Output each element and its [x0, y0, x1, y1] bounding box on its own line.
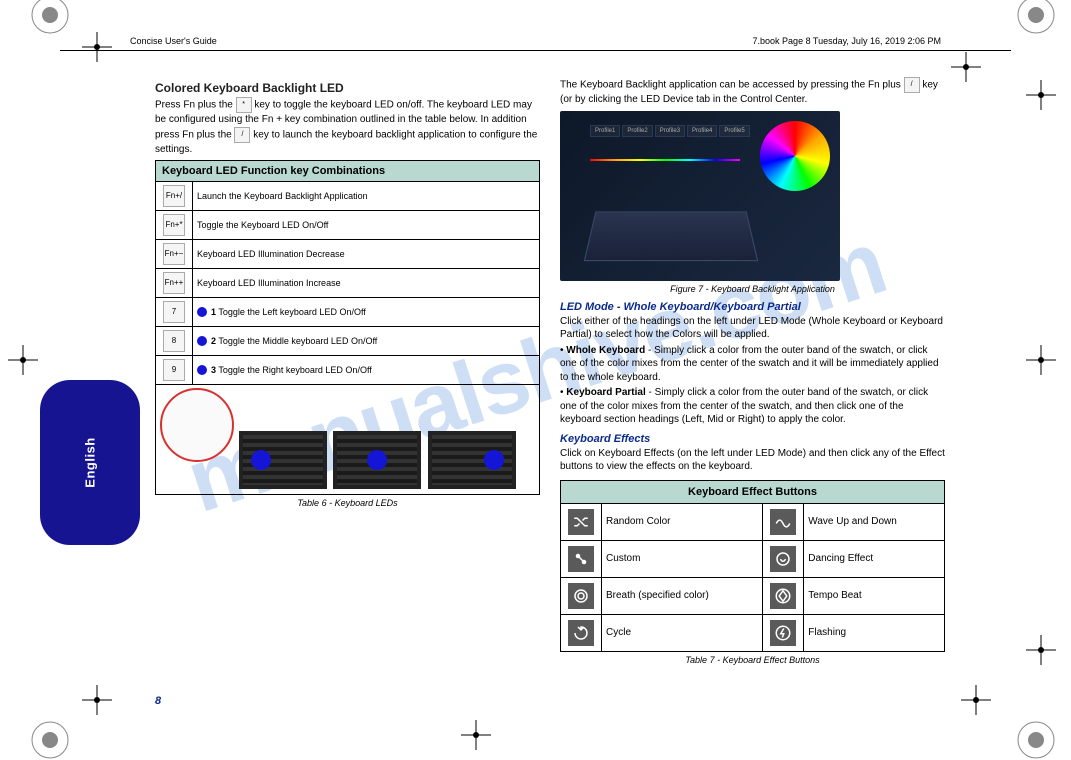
registration-mark-tr [1016, 0, 1056, 35]
keyboard-thumb-left [239, 431, 327, 489]
right-column: The Keyboard Backlight application can b… [560, 75, 945, 668]
random-icon [568, 509, 594, 535]
crosshair-tl [82, 32, 112, 62]
keyboard-thumb-mid [333, 431, 421, 489]
table-row: 71 Toggle the Left keyboard LED On/Off [156, 298, 540, 327]
key-icon: 7 [163, 301, 185, 323]
crosshair-tr2 [1026, 80, 1056, 110]
table-row: Breath (specified color) Tempo Beat [561, 577, 945, 614]
dancing-icon [770, 546, 796, 572]
key-icon: 8 [163, 330, 185, 352]
section-paragraph: Press Fn plus the * key to toggle the ke… [155, 97, 540, 156]
custom-icon [568, 546, 594, 572]
key-icon: Fn+* [163, 214, 185, 236]
table-caption: Table 6 - Keyboard LEDs [155, 497, 540, 509]
effects-paragraph: Click on Keyboard Effects (on the left u… [560, 447, 945, 474]
subsection-title-effects: Keyboard Effects [560, 433, 945, 445]
table-caption: Table 7 - Keyboard Effect Buttons [560, 654, 945, 666]
keyboard-led-table: Keyboard LED Function key Combinations F… [155, 160, 540, 495]
table-row: 82 Toggle the Middle keyboard LED On/Off [156, 327, 540, 356]
section-title: Colored Keyboard Backlight LED [155, 81, 540, 95]
table-row: Random Color Wave Up and Down [561, 503, 945, 540]
keyboard-thumb-right [428, 431, 516, 489]
keyboard-backlight-app-screenshot: Profile1Profile2Profile3Profile4Profile5 [560, 111, 840, 281]
bullet-item: • Keyboard Partial - Simply click a colo… [560, 386, 945, 427]
keyboard-preview [584, 211, 758, 261]
key-icon-inline-3: / [904, 77, 920, 93]
crosshair-mr [1026, 345, 1056, 375]
wave-icon [770, 509, 796, 535]
registration-mark-bl [30, 720, 70, 760]
color-wheel [760, 121, 830, 191]
language-label: English [82, 437, 97, 487]
cycle-icon [568, 620, 594, 646]
header-right: 7.book Page 8 Tuesday, July 16, 2019 2:0… [753, 36, 941, 46]
crosshair-tr [951, 52, 981, 82]
key-icon-inline-2: / [234, 127, 250, 143]
table-row: Fn+*Toggle the Keyboard LED On/Off [156, 211, 540, 240]
header-left: Concise User's Guide [130, 36, 217, 46]
led-mode-paragraph: Click either of the headings on the left… [560, 315, 945, 342]
figure-caption: Figure 7 - Keyboard Backlight Applicatio… [560, 283, 945, 295]
header-rule [60, 50, 1011, 51]
key-icon: Fn+/ [163, 185, 185, 207]
registration-mark-tl [30, 0, 70, 35]
table-row-images [156, 385, 540, 495]
left-column: Colored Keyboard Backlight LED Press Fn … [155, 75, 540, 511]
page-number: 8 [155, 695, 161, 707]
language-tab: English [40, 380, 140, 545]
key-icon: Fn+− [163, 243, 185, 265]
table-row: 93 Toggle the Right keyboard LED On/Off [156, 356, 540, 385]
registration-mark-br [1016, 720, 1056, 760]
tempo-icon [770, 583, 796, 609]
crosshair-br [961, 685, 991, 715]
crosshair-bc [461, 720, 491, 750]
crosshair-br2 [1026, 635, 1056, 665]
bullet-item: • Whole Keyboard - Simply click a color … [560, 344, 945, 385]
key-icon: Fn++ [163, 272, 185, 294]
table-row: Fn+/Launch the Keyboard Backlight Applic… [156, 182, 540, 211]
table-row: Fn++Keyboard LED Illumination Increase [156, 269, 540, 298]
key-icon: 9 [163, 359, 185, 381]
subsection-title: LED Mode - Whole Keyboard/Keyboard Parti… [560, 301, 945, 313]
crosshair-bl [82, 685, 112, 715]
app-paragraph: The Keyboard Backlight application can b… [560, 77, 945, 107]
breath-icon [568, 583, 594, 609]
table-header: Keyboard Effect Buttons [561, 480, 945, 503]
table-header: Keyboard LED Function key Combinations [156, 161, 540, 182]
table-row: Cycle Flashing [561, 614, 945, 651]
table-row: Custom Dancing Effect [561, 540, 945, 577]
table-row: Fn+−Keyboard LED Illumination Decrease [156, 240, 540, 269]
key-icon-inline: * [236, 97, 252, 113]
numpad-diagram [160, 388, 234, 462]
keyboard-effect-table: Keyboard Effect Buttons Random Color Wav… [560, 480, 945, 652]
crosshair-ml [8, 345, 38, 375]
flashing-icon [770, 620, 796, 646]
